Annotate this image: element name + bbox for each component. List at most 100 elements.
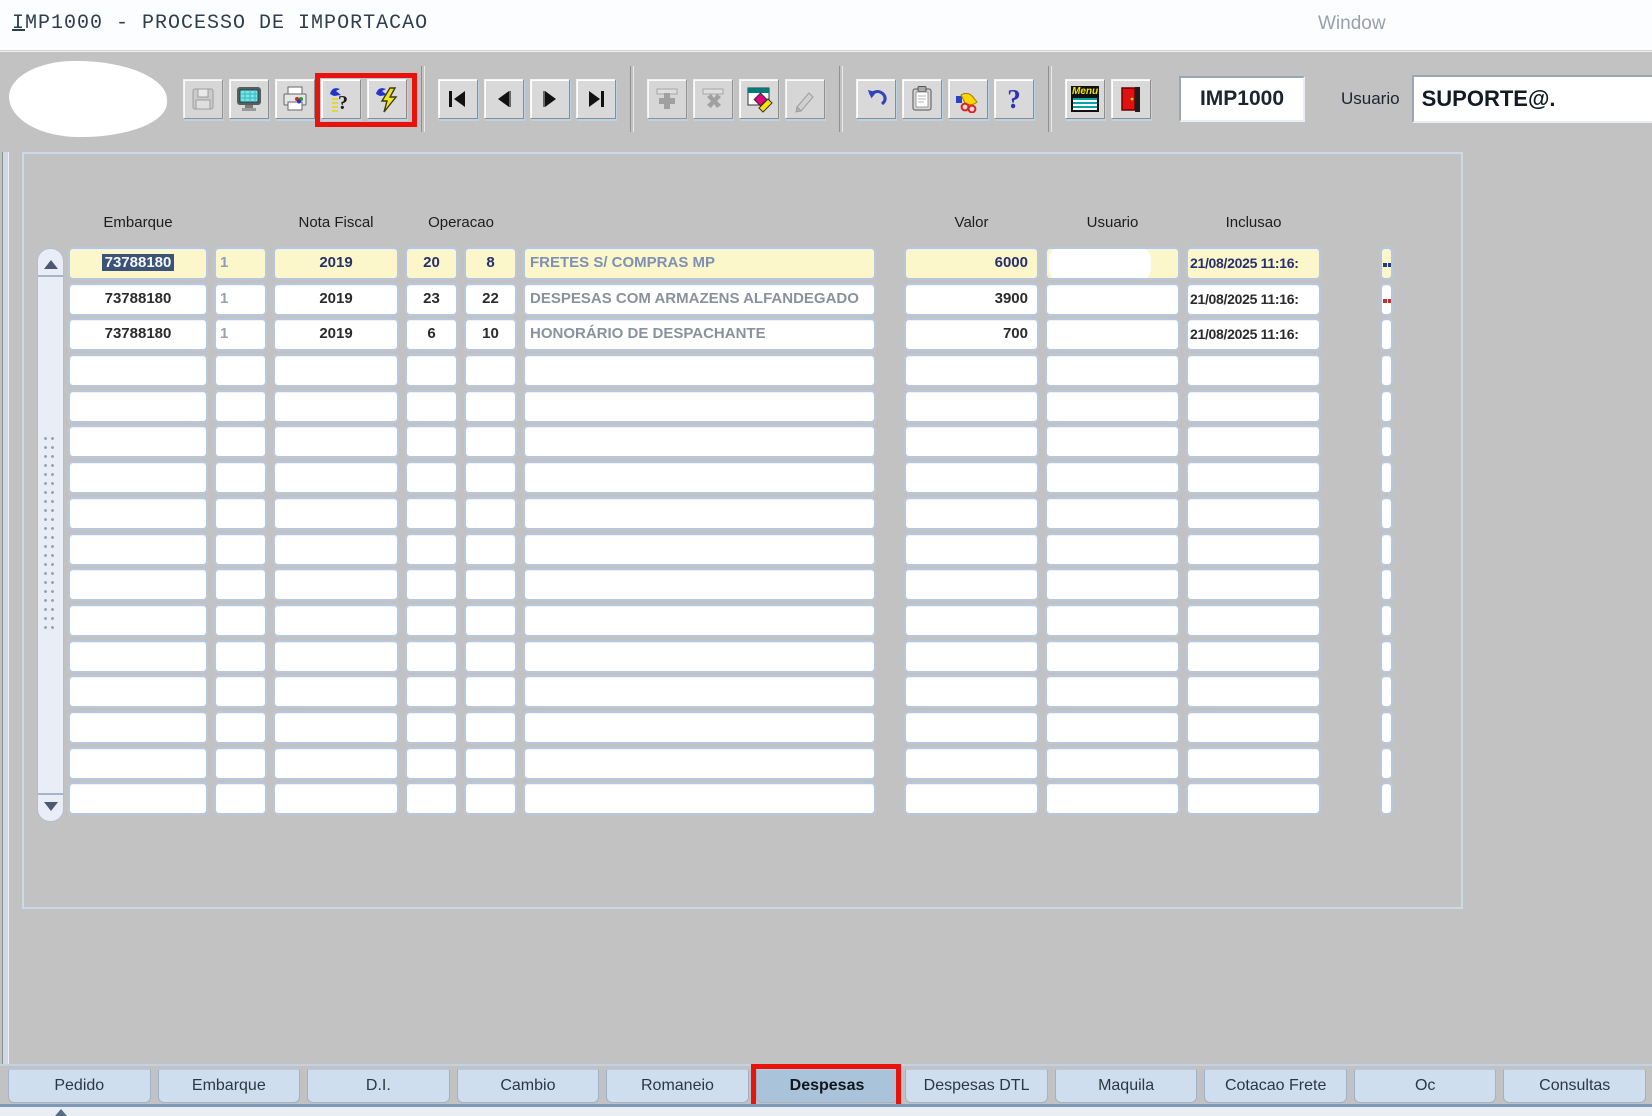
grid-cell-inclusao[interactable]: 21/08/2025 11:16:: [1186, 318, 1321, 351]
grid-cell-descricao[interactable]: [523, 354, 876, 387]
grid-cell-op1[interactable]: [405, 354, 458, 387]
grid-cell-sliver[interactable]: [1380, 640, 1393, 673]
tab-pedido[interactable]: Pedido: [8, 1069, 151, 1103]
grid-cell-inclusao[interactable]: [1186, 425, 1321, 458]
grid-cell-usuario[interactable]: [1045, 640, 1180, 673]
grid-cell-op1[interactable]: [405, 640, 458, 673]
grid-cell-usuario[interactable]: [1045, 568, 1180, 601]
grid-cell-usuario[interactable]: [1045, 354, 1180, 387]
grid-cell-nota_fiscal[interactable]: [273, 461, 399, 494]
grid-cell-op2[interactable]: [464, 533, 517, 566]
grid-cell-embarque[interactable]: [68, 533, 208, 566]
grid-cell-embarque[interactable]: [68, 497, 208, 530]
grid-cell-op2[interactable]: [464, 354, 517, 387]
grid-cell-valor[interactable]: [904, 497, 1039, 530]
grid-cell-op1[interactable]: 20: [405, 247, 458, 280]
grid-cell-usuario[interactable]: [1045, 283, 1180, 316]
grid-cell-nota_fiscal[interactable]: [273, 604, 399, 637]
grid-cell-embarque[interactable]: [68, 604, 208, 637]
grid-cell-sliver[interactable]: [1380, 675, 1393, 708]
grid-cell-inclusao[interactable]: [1186, 568, 1321, 601]
grid-cell-usuario[interactable]: [1045, 782, 1180, 815]
grid-cell-embarque[interactable]: [68, 390, 208, 423]
grid-cell-op2[interactable]: [464, 640, 517, 673]
grid-cell-op1[interactable]: [405, 533, 458, 566]
grid-cell-op1[interactable]: [405, 425, 458, 458]
grid-cell-valor[interactable]: 6000: [904, 247, 1039, 280]
grid-cell-descricao[interactable]: [523, 604, 876, 637]
grid-cell-embarque[interactable]: [68, 747, 208, 780]
grid-cell-valor[interactable]: [904, 675, 1039, 708]
grid-cell-sliver[interactable]: [1380, 283, 1393, 316]
grid-cell-nota_fiscal[interactable]: [273, 425, 399, 458]
grid-cell-embarque[interactable]: 73788180: [68, 318, 208, 351]
menu-button[interactable]: Menu: [1065, 79, 1105, 119]
grid-cell-op1[interactable]: [405, 461, 458, 494]
grid-cell-sliver[interactable]: [1380, 354, 1393, 387]
grid-cell-nota_fiscal[interactable]: [273, 747, 399, 780]
grid-cell-op2[interactable]: [464, 568, 517, 601]
grid-cell-seq[interactable]: [214, 425, 267, 458]
grid-cell-embarque[interactable]: 73788180: [68, 247, 208, 280]
grid-cell-nota_fiscal[interactable]: 2019: [273, 318, 399, 351]
grid-cell-inclusao[interactable]: [1186, 675, 1321, 708]
tab-consultas[interactable]: Consultas: [1503, 1069, 1646, 1103]
grid-cell-op2[interactable]: 22: [464, 283, 517, 316]
clipboard-button[interactable]: [902, 79, 942, 119]
grid-cell-descricao[interactable]: [523, 640, 876, 673]
grid-cell-valor[interactable]: [904, 354, 1039, 387]
grid-cell-sliver[interactable]: [1380, 390, 1393, 423]
grid-cell-embarque[interactable]: [68, 640, 208, 673]
grid-cell-op2[interactable]: 8: [464, 247, 517, 280]
grid-cell-seq[interactable]: [214, 782, 267, 815]
tab-cotacao-frete[interactable]: Cotacao Frete: [1204, 1069, 1347, 1103]
print-button[interactable]: [275, 79, 315, 119]
grid-cell-inclusao[interactable]: 21/08/2025 11:16:: [1186, 283, 1321, 316]
grid-cell-op1[interactable]: 6: [405, 318, 458, 351]
grid-cell-valor[interactable]: [904, 640, 1039, 673]
window-menu-label[interactable]: Window: [1318, 13, 1386, 35]
execute-query-button[interactable]: [367, 79, 407, 119]
save-button[interactable]: [183, 79, 223, 119]
grid-cell-embarque[interactable]: 73788180: [68, 283, 208, 316]
grid-cell-embarque[interactable]: [68, 354, 208, 387]
grid-cell-usuario[interactable]: [1045, 604, 1180, 637]
grid-cell-usuario[interactable]: [1045, 711, 1180, 744]
grid-cell-op1[interactable]: [405, 747, 458, 780]
grid-cell-embarque[interactable]: [68, 425, 208, 458]
grid-cell-op2[interactable]: [464, 390, 517, 423]
grid-cell-seq[interactable]: 1: [214, 247, 267, 280]
grid-cell-valor[interactable]: 3900: [904, 283, 1039, 316]
grid-cell-nota_fiscal[interactable]: [273, 711, 399, 744]
grid-cell-op2[interactable]: [464, 675, 517, 708]
grid-cell-embarque[interactable]: [68, 461, 208, 494]
grid-cell-descricao[interactable]: [523, 782, 876, 815]
grid-cell-inclusao[interactable]: [1186, 354, 1321, 387]
grid-cell-usuario[interactable]: [1045, 497, 1180, 530]
grid-cell-op2[interactable]: [464, 782, 517, 815]
grid-cell-op1[interactable]: [405, 604, 458, 637]
grid-cell-descricao[interactable]: [523, 675, 876, 708]
usuario-field[interactable]: SUPORTE@.: [1412, 75, 1652, 123]
tab-d-i-[interactable]: D.I.: [307, 1069, 450, 1103]
next-record-button[interactable]: [530, 79, 570, 119]
grid-cell-descricao[interactable]: [523, 497, 876, 530]
grid-cell-seq[interactable]: 1: [214, 318, 267, 351]
delete-record-button[interactable]: [693, 79, 733, 119]
grid-cell-embarque[interactable]: [68, 675, 208, 708]
grid-cell-inclusao[interactable]: [1186, 604, 1321, 637]
grid-cell-valor[interactable]: [904, 390, 1039, 423]
grid-cell-op1[interactable]: [405, 568, 458, 601]
grid-cell-usuario[interactable]: [1045, 318, 1180, 351]
grid-cell-valor[interactable]: [904, 782, 1039, 815]
grid-cell-descricao[interactable]: [523, 425, 876, 458]
grid-cell-valor[interactable]: [904, 461, 1039, 494]
grid-cell-op2[interactable]: [464, 604, 517, 637]
grid-cell-descricao[interactable]: [523, 533, 876, 566]
grid-cell-nota_fiscal[interactable]: [273, 640, 399, 673]
grid-cell-valor[interactable]: 700: [904, 318, 1039, 351]
grid-cell-sliver[interactable]: [1380, 533, 1393, 566]
grid-cell-nota_fiscal[interactable]: 2019: [273, 283, 399, 316]
grid-cell-inclusao[interactable]: 21/08/2025 11:16:: [1186, 247, 1321, 280]
print-screen-button[interactable]: [229, 79, 269, 119]
